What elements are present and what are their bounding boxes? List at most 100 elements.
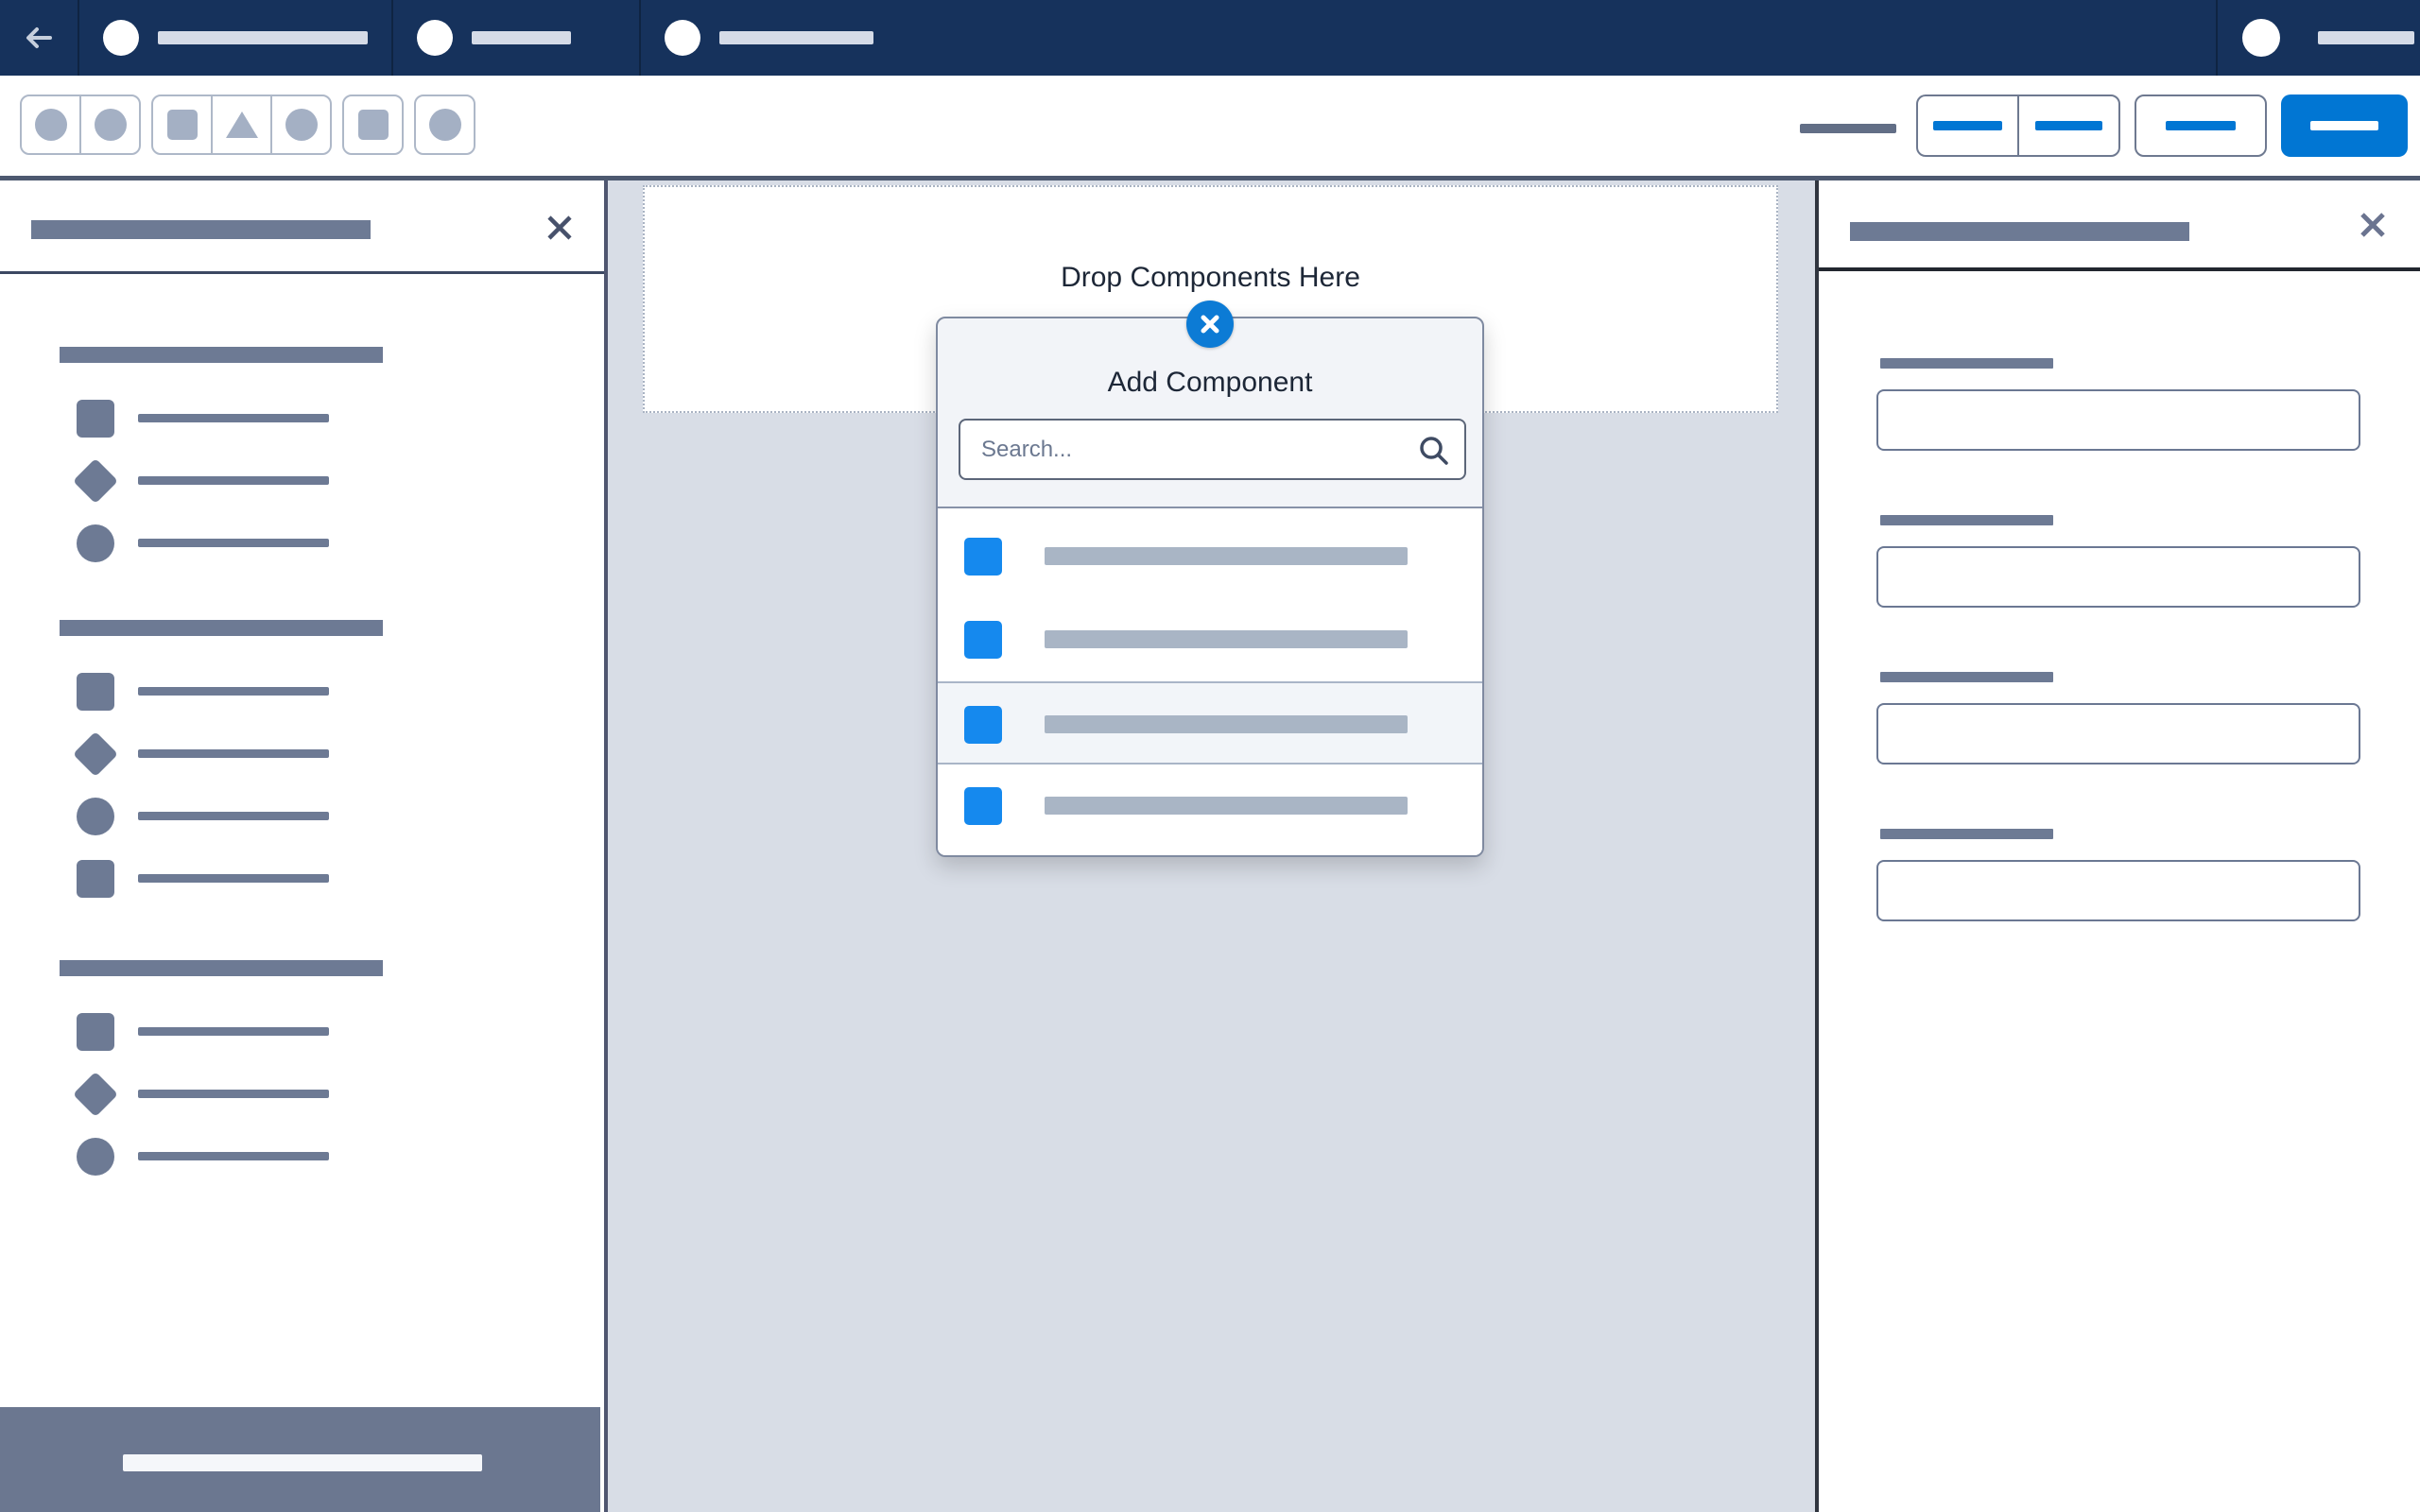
component-sections (0, 180, 600, 1407)
popover-close-button[interactable] (1186, 301, 1234, 348)
circle-icon (94, 109, 127, 141)
component-list-item[interactable] (0, 457, 600, 505)
placeholder-bar (138, 687, 329, 696)
square-icon (357, 110, 389, 140)
component-item-icon-wrap (72, 1071, 119, 1118)
section-header-bar (60, 347, 383, 363)
property-input-1[interactable] (1876, 389, 2360, 451)
circle-icon (77, 524, 114, 562)
placeholder-bar (2318, 31, 2414, 44)
placeholder-bar (1045, 630, 1408, 648)
magnifier-icon (1417, 434, 1451, 472)
component-item-icon-wrap (74, 1135, 117, 1178)
right-properties-panel (1815, 180, 2420, 1512)
toolbar-icon-button[interactable] (344, 96, 402, 153)
component-item-icon-wrap (74, 397, 117, 440)
button-label-bar (2310, 121, 2378, 130)
property-input-2[interactable] (1876, 546, 2360, 608)
header-tabs (78, 0, 923, 76)
component-option[interactable] (938, 515, 1482, 598)
placeholder-bar (138, 1152, 329, 1160)
placeholder-bar (719, 31, 873, 44)
toolbar-icon-group (414, 94, 475, 155)
circle-icon (428, 109, 461, 141)
component-option[interactable] (938, 765, 1482, 848)
component-item-icon-wrap (74, 670, 117, 713)
component-item-icon-wrap (74, 857, 117, 901)
component-item-icon-wrap (74, 522, 117, 565)
toolbar-icon-button[interactable] (79, 96, 139, 153)
component-icon (964, 787, 1002, 825)
component-list-item[interactable] (0, 730, 600, 778)
left-panel-footer (0, 1407, 600, 1512)
component-search (959, 419, 1466, 480)
component-list-item[interactable] (0, 522, 600, 565)
field-label-bar (1880, 672, 2053, 682)
component-list-item[interactable] (0, 670, 600, 713)
right-panel-close-button[interactable] (2352, 204, 2394, 246)
property-input-4[interactable] (1876, 860, 2360, 921)
header-tab-3[interactable] (639, 0, 923, 76)
x-icon (2360, 213, 2385, 237)
component-icon (964, 621, 1002, 659)
toolbar-icon-groups (20, 94, 475, 155)
header-user-area[interactable] (2216, 0, 2420, 76)
header-tab-1[interactable] (78, 0, 391, 76)
component-option[interactable] (938, 598, 1482, 681)
circle-icon (34, 109, 67, 141)
footer-placeholder-bar (123, 1454, 482, 1471)
toolbar-icon-group (342, 94, 404, 155)
tab-avatar (417, 20, 453, 56)
toolbar-button-group (2135, 94, 2267, 157)
avatar (2242, 19, 2280, 57)
property-input-3[interactable] (1876, 703, 2360, 765)
square-icon (77, 1013, 114, 1051)
square-icon (166, 110, 198, 140)
toolbar-icon-button[interactable] (270, 96, 330, 153)
popover-title: Add Component (1107, 367, 1313, 398)
diamond-icon (72, 730, 119, 778)
toolbar-action-buttons (1916, 94, 2408, 157)
component-list-item[interactable] (0, 857, 600, 901)
toolbar-icon-button[interactable] (22, 96, 79, 153)
component-list-item[interactable] (0, 795, 600, 838)
placeholder-bar (158, 31, 368, 44)
left-component-panel (0, 180, 608, 1512)
diamond-icon (72, 1071, 119, 1118)
component-list-item[interactable] (0, 1010, 600, 1054)
component-list-item[interactable] (0, 1071, 600, 1118)
tab-avatar (103, 20, 139, 56)
circle-icon (77, 1138, 114, 1176)
component-icon (964, 538, 1002, 576)
toolbar-button[interactable] (1918, 96, 2017, 155)
placeholder-bar (1045, 547, 1408, 565)
app-builder: Drop Components Here Add Component (0, 0, 2420, 1512)
component-option[interactable] (938, 681, 1482, 765)
button-label-bar (2166, 121, 2236, 130)
x-icon (1201, 315, 1219, 334)
toolbar-button[interactable] (2136, 96, 2265, 155)
toolbar-button[interactable] (2017, 96, 2118, 155)
placeholder-bar (138, 874, 329, 883)
toolbar-button-group (1916, 94, 2120, 157)
placeholder-bar (138, 1027, 329, 1036)
component-list-item[interactable] (0, 397, 600, 440)
component-list-item[interactable] (0, 1135, 600, 1178)
primary-action-button[interactable] (2281, 94, 2408, 157)
header-tab-2[interactable] (391, 0, 639, 76)
toolbar-icon-button[interactable] (211, 96, 270, 153)
add-component-popover: Add Component (936, 317, 1484, 857)
drop-zone-label: Drop Components Here (1061, 262, 1360, 293)
component-item-icon-wrap (72, 457, 119, 505)
diamond-icon (72, 457, 119, 505)
circle-icon (285, 109, 318, 141)
toolbar-icon-button[interactable] (153, 96, 211, 153)
search-input[interactable] (960, 421, 1464, 478)
back-button[interactable] (0, 0, 78, 76)
placeholder-bar (138, 476, 329, 485)
component-item-icon-wrap (72, 730, 119, 778)
toolbar-icon-button[interactable] (416, 96, 474, 153)
placeholder-bar (1045, 715, 1408, 733)
arrow-left-icon (26, 27, 52, 48)
placeholder-bar (138, 414, 329, 422)
